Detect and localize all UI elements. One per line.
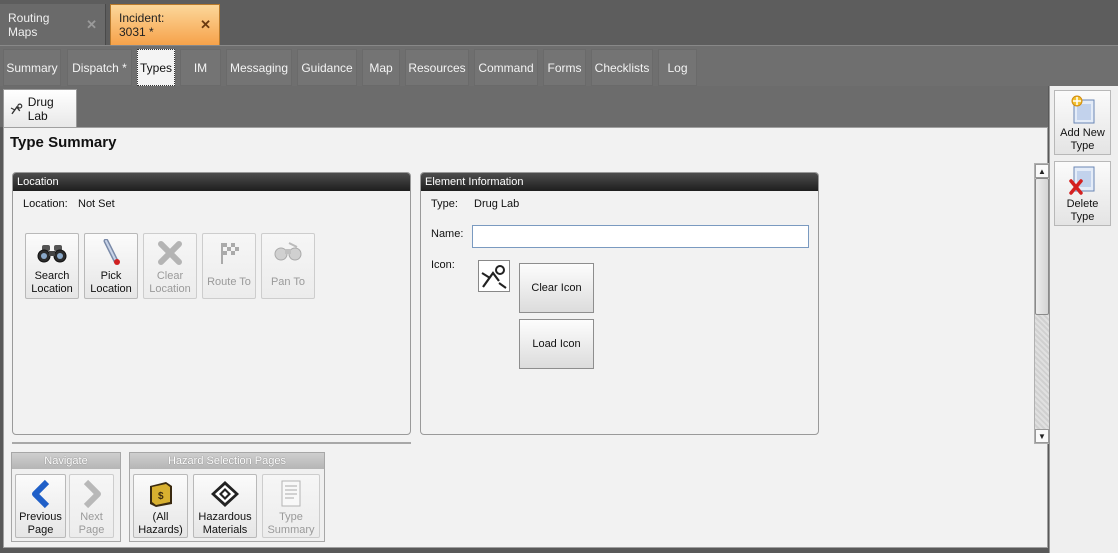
- search-location-button[interactable]: Search Location: [25, 233, 79, 299]
- element-tab-strip: Drug Lab: [0, 86, 1048, 127]
- vertical-scrollbar[interactable]: ▲ ▼: [1034, 163, 1050, 444]
- hazmat-icon: [211, 481, 239, 507]
- button-label: Search Location: [31, 270, 73, 295]
- button-label: Next Page: [78, 511, 105, 536]
- scroll-up-icon[interactable]: ▲: [1035, 164, 1049, 178]
- type-summary-button[interactable]: Type Summary: [262, 474, 320, 538]
- tab-forms[interactable]: Forms: [543, 49, 586, 86]
- tab-label: Drug Lab: [27, 94, 54, 123]
- close-icon[interactable]: ✕: [200, 17, 211, 33]
- tab-messaging[interactable]: Messaging: [226, 49, 292, 86]
- pan-to-button[interactable]: Pan To: [261, 233, 315, 299]
- app-window: Routing Maps ✕ Incident: 3031 * ✕ Summar…: [0, 0, 1118, 553]
- scroll-thumb[interactable]: [1035, 178, 1049, 315]
- document-tab-bar: Routing Maps ✕ Incident: 3031 * ✕: [0, 0, 1118, 45]
- tab-label: Incident: 3031 *: [119, 11, 165, 39]
- hazard-selection-group: Hazard Selection Pages $ (All Hazards) H…: [129, 452, 325, 542]
- add-document-icon: [1071, 95, 1094, 124]
- tab-dispatch[interactable]: Dispatch *: [67, 49, 132, 86]
- location-label: Location:: [23, 198, 68, 210]
- type-label: Type:: [431, 198, 458, 210]
- scroll-track[interactable]: [1035, 315, 1049, 429]
- tab-im[interactable]: IM: [180, 49, 221, 86]
- element-panel-header: Element Information: [421, 173, 818, 191]
- button-label: Route To: [207, 276, 251, 288]
- incident-nav-bar: Summary Dispatch * Types IM Messaging Gu…: [0, 45, 1118, 86]
- button-label: Pan To: [270, 276, 306, 288]
- location-panel: Location Location: Not Set Search Locati…: [12, 172, 411, 435]
- button-label: Type Summary: [267, 511, 315, 536]
- drug-lab-icon: [10, 103, 23, 114]
- binoculars-icon: [37, 245, 67, 263]
- tab-incident[interactable]: Incident: 3031 * ✕: [110, 4, 220, 45]
- tab-map[interactable]: Map: [362, 49, 400, 86]
- button-label: (All Hazards): [138, 511, 183, 536]
- scroll-down-icon[interactable]: ▼: [1035, 429, 1049, 443]
- delete-type-button[interactable]: Delete Type: [1054, 161, 1111, 226]
- tab-routing-maps[interactable]: Routing Maps ✕: [0, 4, 106, 45]
- location-panel-header: Location: [13, 173, 410, 191]
- element-information-panel: Element Information Type: Drug Lab Name:…: [420, 172, 819, 435]
- route-to-button[interactable]: Route To: [202, 233, 256, 299]
- type-summary-page: Type Summary Location Location: Not Set: [3, 127, 1050, 548]
- all-hazards-button[interactable]: $ (All Hazards): [133, 474, 188, 538]
- pan-binoculars-icon: [274, 242, 302, 261]
- location-value: Not Set: [78, 198, 115, 210]
- previous-page-button[interactable]: Previous Page: [15, 474, 66, 538]
- next-page-button[interactable]: Next Page: [69, 474, 114, 538]
- arrow-right-icon: [83, 479, 101, 509]
- checkered-flag-icon: [221, 243, 239, 264]
- clear-location-button[interactable]: Clear Location: [143, 233, 197, 299]
- tab-summary[interactable]: Summary: [3, 49, 61, 86]
- tab-resources[interactable]: Resources: [405, 49, 469, 86]
- clear-x-icon: [158, 241, 182, 265]
- tab-label: Routing Maps: [8, 10, 50, 39]
- navigate-group-header: Navigate: [12, 453, 120, 469]
- book-icon: $: [149, 482, 172, 507]
- clear-icon-button[interactable]: Clear Icon: [519, 263, 594, 313]
- button-label: Previous Page: [19, 511, 62, 536]
- icon-preview: [478, 260, 510, 292]
- button-label: Delete Type: [1066, 198, 1099, 223]
- button-label: Pick Location: [90, 270, 132, 295]
- drug-lab-icon: [481, 265, 507, 289]
- tab-guidance[interactable]: Guidance: [297, 49, 357, 86]
- tab-checklists[interactable]: Checklists: [591, 49, 653, 86]
- load-icon-button[interactable]: Load Icon: [519, 319, 594, 369]
- button-label: Clear Location: [149, 270, 191, 295]
- page-title: Type Summary: [10, 134, 117, 151]
- delete-document-icon: [1068, 166, 1094, 195]
- icon-label: Icon:: [431, 259, 455, 271]
- tab-command[interactable]: Command: [474, 49, 538, 86]
- hazardous-materials-button[interactable]: Hazardous Materials: [193, 474, 257, 538]
- type-value: Drug Lab: [474, 198, 520, 210]
- navigate-group: Navigate Previous Page Next Page: [11, 452, 121, 542]
- pick-location-button[interactable]: Pick Location: [84, 233, 138, 299]
- tab-types[interactable]: Types: [137, 49, 175, 86]
- svg-text:$: $: [158, 491, 164, 502]
- name-input[interactable]: [472, 225, 809, 248]
- type-actions-sidebar: Add New Type Delete Type: [1049, 86, 1118, 553]
- tab-log[interactable]: Log: [658, 49, 697, 86]
- tab-drug-lab[interactable]: Drug Lab: [3, 89, 77, 127]
- arrow-left-icon: [31, 479, 49, 509]
- add-new-type-button[interactable]: Add New Type: [1054, 90, 1111, 155]
- hazard-group-header: Hazard Selection Pages: [130, 453, 324, 469]
- pick-pointer-icon: [103, 239, 120, 265]
- button-label: Hazardous Materials: [198, 511, 252, 536]
- divider: [12, 442, 411, 444]
- name-label: Name:: [431, 228, 464, 240]
- close-icon[interactable]: ✕: [86, 17, 97, 33]
- document-icon: [281, 480, 301, 507]
- button-label: Add New Type: [1060, 127, 1105, 152]
